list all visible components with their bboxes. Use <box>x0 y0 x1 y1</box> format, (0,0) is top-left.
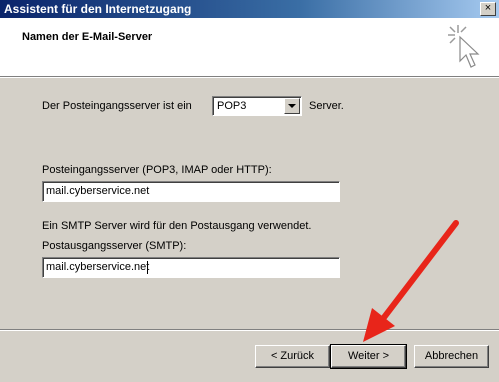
wizard-header: Namen der E-Mail-Server <box>0 18 499 76</box>
back-button[interactable]: < Zurück <box>255 345 330 368</box>
close-button[interactable]: × <box>480 2 496 16</box>
text-cursor <box>147 261 148 274</box>
smtp-note: Ein SMTP Server wird für den Postausgang… <box>42 220 312 232</box>
wizard-cursor-icon <box>448 25 480 68</box>
incoming-server-value: mail.cyberservice.net <box>46 185 150 197</box>
incoming-server-label: Posteingangsserver (POP3, IMAP oder HTTP… <box>42 164 272 176</box>
outgoing-server-value: mail.cyberservice.net <box>46 261 150 273</box>
footer-divider-highlight <box>0 330 499 331</box>
window-title: Assistent für den Internetzugang <box>4 2 192 16</box>
page-title: Namen der E-Mail-Server <box>22 31 153 43</box>
incoming-type-suffix: Server. <box>309 100 344 112</box>
cancel-button[interactable]: Abbrechen <box>414 345 489 368</box>
incoming-server-input[interactable]: mail.cyberservice.net <box>42 181 340 202</box>
header-divider-highlight <box>0 77 499 78</box>
incoming-type-value: POP3 <box>217 100 247 112</box>
chevron-down-icon[interactable] <box>284 98 300 114</box>
outgoing-server-input[interactable]: mail.cyberservice.net <box>42 257 340 278</box>
close-icon: × <box>484 2 492 14</box>
title-bar[interactable]: Assistent für den Internetzugang × <box>0 0 499 18</box>
incoming-type-select[interactable]: POP3 <box>212 96 302 116</box>
incoming-type-label: Der Posteingangsserver ist ein <box>42 100 192 112</box>
wizard-window: Assistent für den Internetzugang × Namen… <box>0 0 499 382</box>
next-button[interactable]: Weiter > <box>330 344 407 369</box>
outgoing-server-label: Postausgangsserver (SMTP): <box>42 240 187 252</box>
